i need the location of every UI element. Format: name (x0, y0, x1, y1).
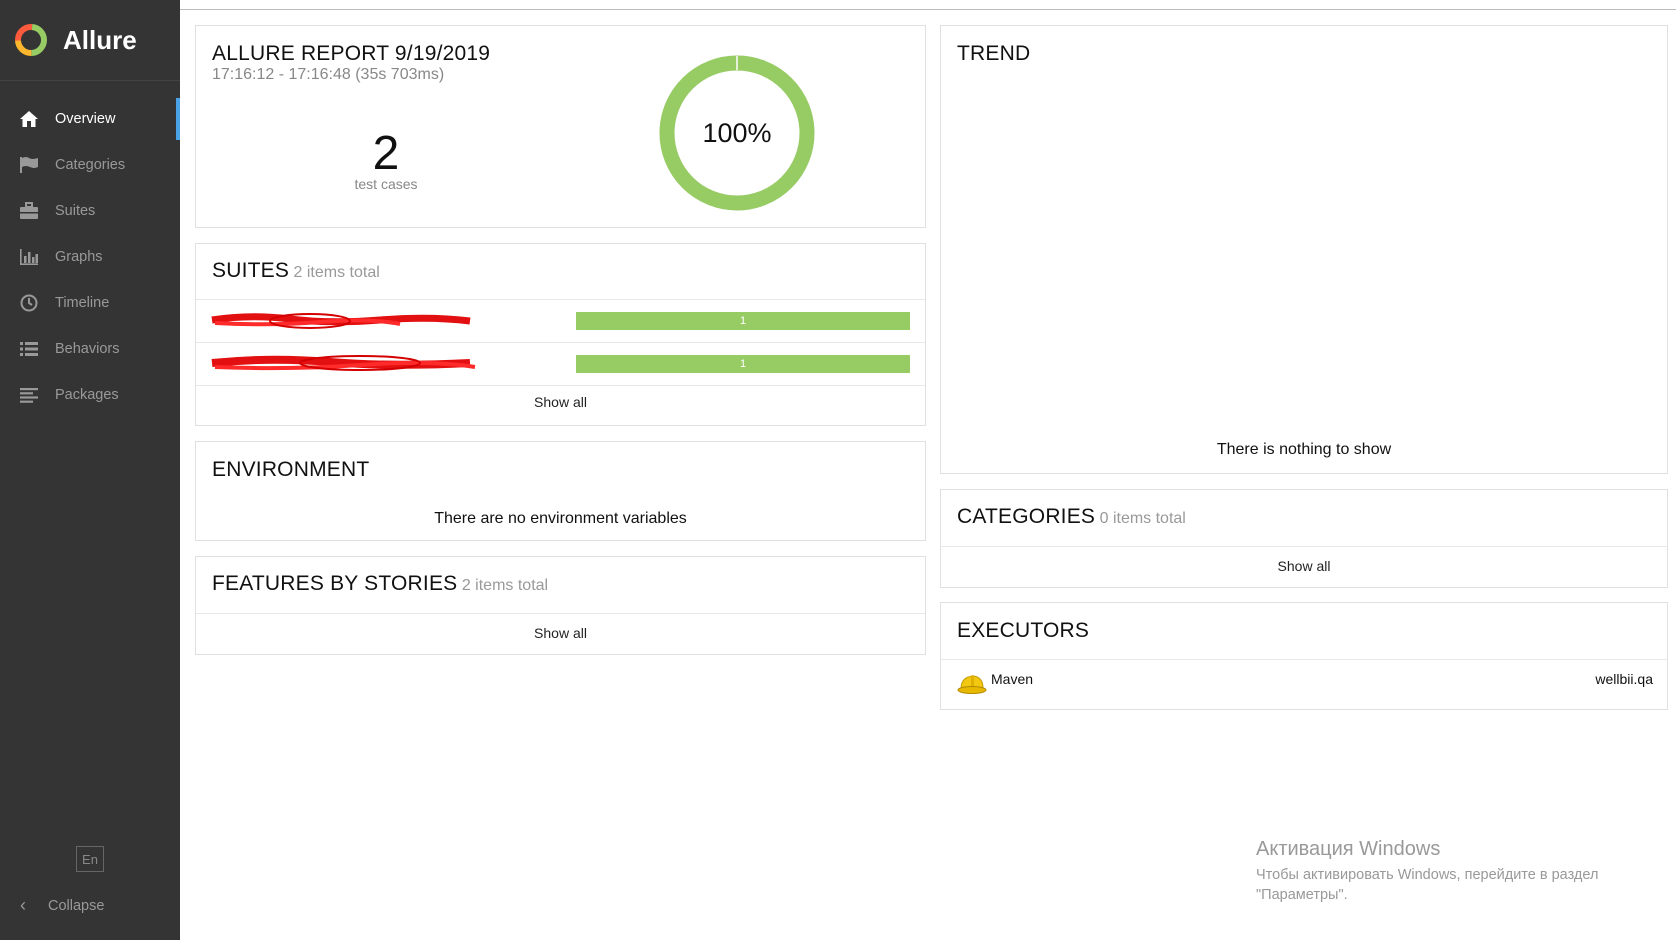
suite-result-bar: 1 (576, 312, 910, 330)
divider (941, 659, 1667, 660)
test-case-count-label: test cases (354, 176, 418, 192)
categories-widget: CATEGORIES 0 items total Show all (940, 489, 1668, 588)
sidebar-item-label: Packages (55, 387, 119, 403)
test-case-count: 2 (372, 127, 400, 180)
sidebar-item-packages[interactable]: Packages (0, 372, 180, 418)
suite-row[interactable]: 1 (196, 300, 925, 342)
sidebar-item-label: Overview (55, 111, 116, 127)
features-title: FEATURES BY STORIES (212, 572, 458, 595)
sidebar-item-label: Suites (55, 203, 96, 219)
report-title: ALLURE REPORT 9/19/2019 (212, 42, 491, 65)
brand-name: Allure (63, 24, 137, 55)
categories-title: CATEGORIES (957, 505, 1096, 528)
executor-host: wellbii.qa (1595, 671, 1653, 687)
flag-icon (18, 155, 40, 175)
briefcase-icon (18, 201, 40, 221)
language-switch-button[interactable]: En (76, 846, 104, 872)
sidebar: Allure Overview Categories Suites Graphs (0, 0, 180, 940)
redacted-suite-name (211, 313, 471, 329)
pass-rate-percent: 100% (702, 117, 772, 148)
categories-header: CATEGORIES 0 items total (957, 505, 1186, 529)
sidebar-item-suites[interactable]: Suites (0, 188, 180, 234)
report-time: 17:16:12 - 17:16:48 (35s 703ms) (212, 66, 445, 83)
categories-show-all-link[interactable]: Show all (941, 558, 1667, 574)
top-divider (180, 0, 1676, 10)
features-widget: FEATURES BY STORIES 2 items total Show a… (195, 556, 926, 655)
features-show-all-link[interactable]: Show all (196, 625, 925, 641)
bar-chart-icon (18, 247, 40, 267)
divider (941, 546, 1667, 547)
trend-title: TREND (957, 42, 1031, 65)
windows-activation-watermark: Активация Windows Чтобы активировать Win… (1256, 838, 1598, 905)
sidebar-item-label: Categories (55, 157, 126, 173)
trend-empty-message: There is nothing to show (1216, 441, 1392, 458)
environment-widget: ENVIRONMENT There are no environment var… (195, 441, 926, 541)
environment-empty-message: There are no environment variables (434, 510, 687, 527)
collapse-button[interactable]: ‹ Collapse (20, 895, 104, 916)
suite-result-bar: 1 (576, 355, 910, 373)
sidebar-item-timeline[interactable]: Timeline (0, 280, 180, 326)
suites-header: SUITES 2 items total (212, 259, 380, 283)
chevron-left-icon: ‹ (20, 895, 26, 915)
divider (196, 613, 925, 614)
sidebar-item-categories[interactable]: Categories (0, 142, 180, 188)
suite-row[interactable]: 1 (196, 343, 925, 385)
environment-title: ENVIRONMENT (212, 458, 370, 481)
suites-title: SUITES (212, 259, 290, 282)
executor-name[interactable]: Maven (991, 671, 1033, 687)
features-header: FEATURES BY STORIES 2 items total (212, 572, 548, 596)
suites-widget: SUITES 2 items total 1 1 Show all (195, 243, 926, 426)
categories-count: 0 items total (1099, 510, 1186, 527)
summary-widget: ALLURE REPORT 9/19/2019 17:16:12 - 17:16… (195, 25, 926, 228)
clock-icon (18, 293, 40, 313)
brand[interactable]: Allure (0, 0, 180, 81)
trend-widget: TREND There is nothing to show (940, 25, 1668, 474)
hard-hat-icon (957, 675, 987, 694)
watermark-line-2: Чтобы активировать Windows, перейдите в … (1256, 867, 1599, 883)
sidebar-item-label: Timeline (55, 295, 110, 311)
features-count: 2 items total (461, 577, 549, 594)
watermark-title: Активация Windows (1256, 838, 1441, 860)
collapse-label: Collapse (48, 897, 105, 914)
sidebar-nav: Overview Categories Suites Graphs Timeli… (0, 96, 180, 418)
redacted-suite-name (211, 355, 476, 371)
executors-title: EXECUTORS (957, 619, 1090, 642)
home-icon (18, 109, 40, 129)
allure-logo-icon (15, 24, 47, 56)
divider (196, 385, 925, 386)
suites-show-all-link[interactable]: Show all (196, 394, 925, 410)
watermark-line-3: "Параметры". (1256, 887, 1348, 903)
sidebar-item-overview[interactable]: Overview (0, 96, 180, 142)
suites-count: 2 items total (293, 264, 380, 281)
executors-widget: EXECUTORS Maven wellbii.qa (940, 602, 1668, 710)
list-icon (18, 339, 40, 359)
sidebar-item-label: Behaviors (55, 341, 120, 357)
sidebar-item-behaviors[interactable]: Behaviors (0, 326, 180, 372)
sidebar-item-label: Graphs (55, 249, 103, 265)
sidebar-item-graphs[interactable]: Graphs (0, 234, 180, 280)
align-left-icon (18, 385, 40, 405)
